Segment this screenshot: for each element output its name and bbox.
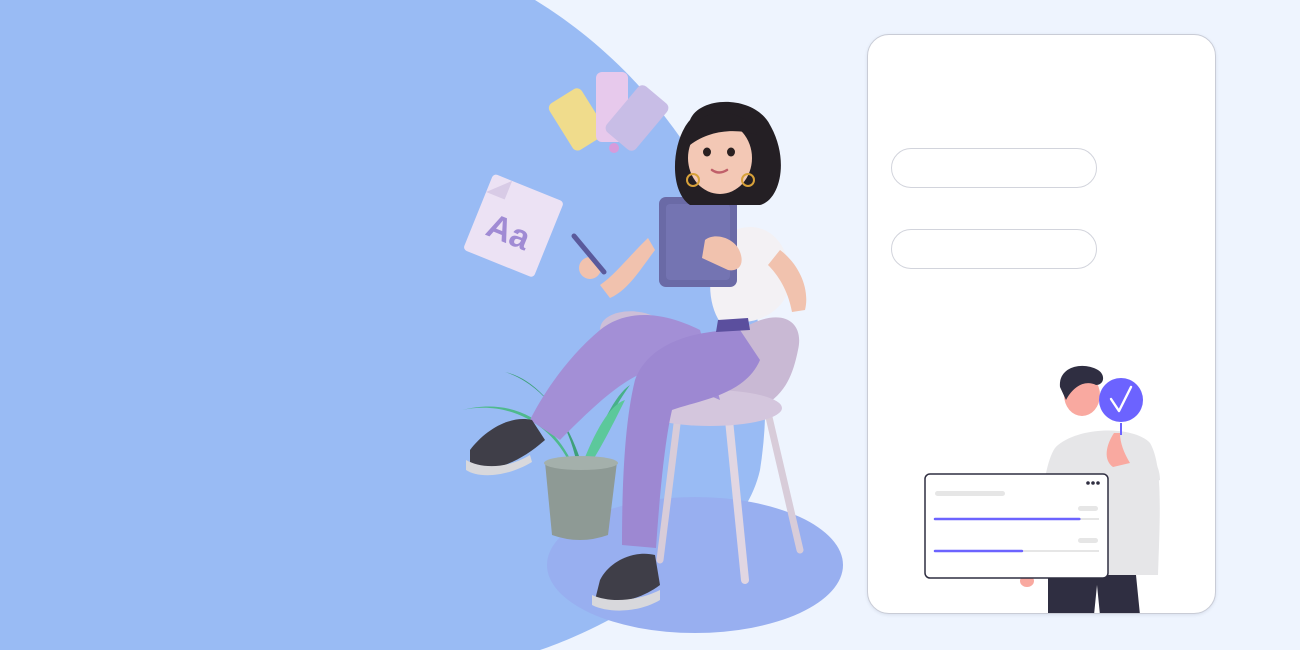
color-palette-icon: [548, 72, 669, 153]
font-icon: Aa: [464, 174, 563, 277]
mini-dashboard: [924, 473, 1109, 579]
check-circle: [1099, 378, 1143, 422]
approval-illustration: [924, 365, 1160, 613]
more-dots-icon: [1086, 481, 1090, 485]
check-badge: [1099, 378, 1143, 435]
mini-dashboard-frame: [924, 473, 1109, 579]
form-card: [867, 34, 1216, 614]
woman-head: [674, 101, 781, 205]
